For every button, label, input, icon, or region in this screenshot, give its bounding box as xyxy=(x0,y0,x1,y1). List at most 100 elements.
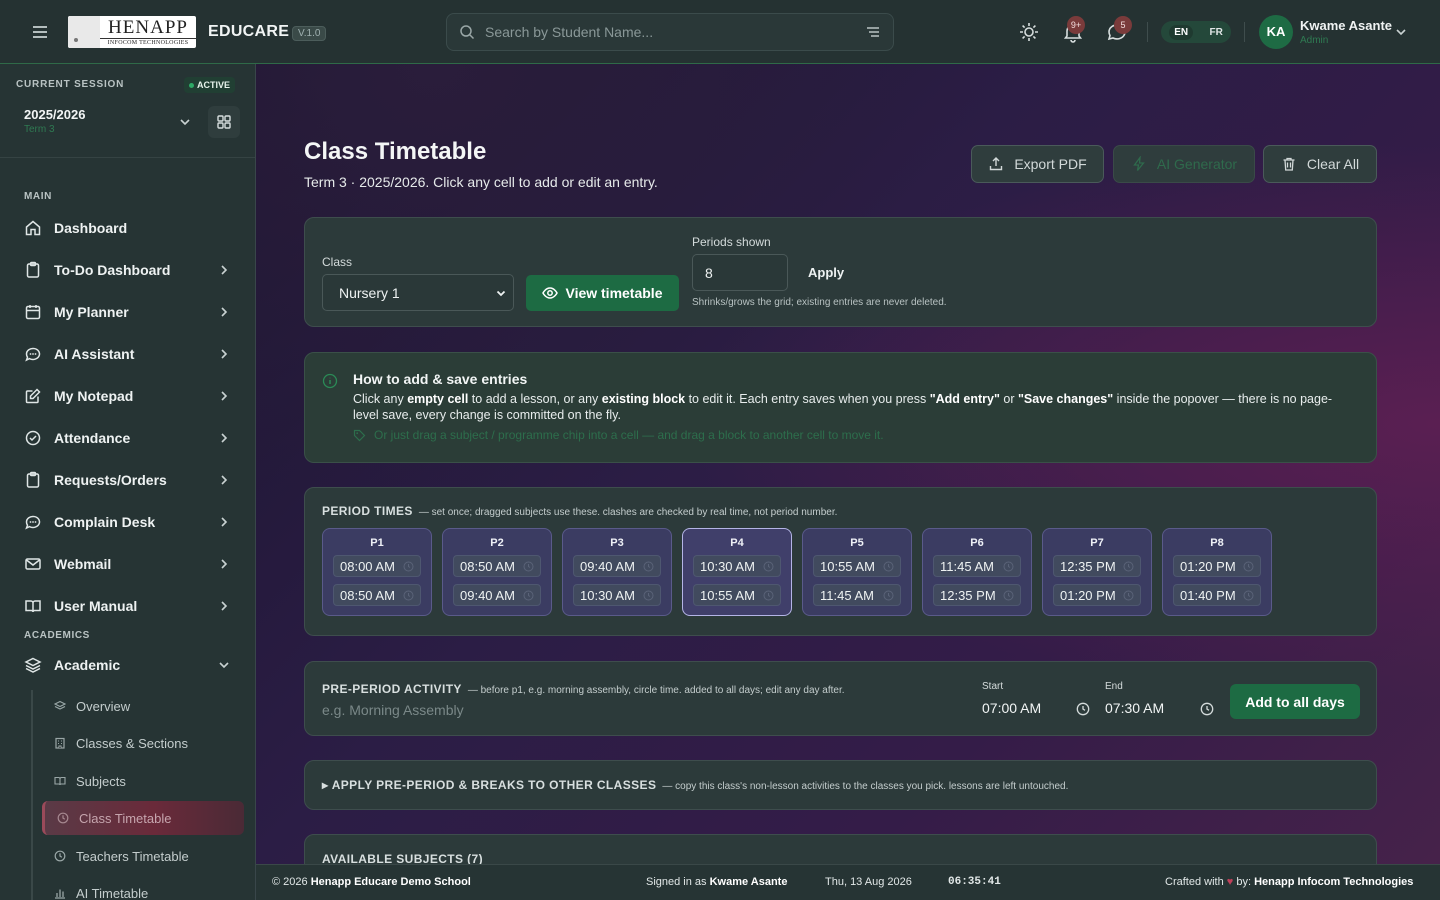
session-year[interactable]: 2025/2026 xyxy=(24,107,85,122)
chevron-down-icon[interactable] xyxy=(1394,25,1408,39)
sidebar-item-my-notepad[interactable]: My Notepad xyxy=(16,379,240,413)
clock-icon[interactable] xyxy=(883,561,894,572)
avatar[interactable]: KA xyxy=(1259,15,1293,49)
period-start-input[interactable]: 10:55 AM xyxy=(813,555,901,577)
chevron-down-icon[interactable] xyxy=(178,115,192,129)
user-name[interactable]: Kwame Asante xyxy=(1300,18,1392,33)
class-select[interactable]: Nursery 1 xyxy=(322,274,514,311)
sidebar-item-webmail[interactable]: Webmail xyxy=(16,547,240,581)
chat-icon xyxy=(24,513,42,531)
sidebar-item-complain-desk[interactable]: Complain Desk xyxy=(16,505,240,539)
view-timetable-button[interactable]: View timetable xyxy=(526,275,679,311)
chevron-right-icon xyxy=(218,306,230,318)
available-subjects-card: AVAILABLE SUBJECTS (7) xyxy=(304,834,1377,864)
ai-generator-button[interactable]: AI Generator xyxy=(1113,145,1255,183)
sidebar-item-academic[interactable]: Academic xyxy=(16,648,240,682)
henapp-logo[interactable]: HENAPP INFOCOM TECHNOLOGIES xyxy=(68,16,196,48)
period-card-p6[interactable]: P6 11:45 AM 12:35 PM xyxy=(922,528,1032,616)
sidebar-subitem-class-timetable[interactable]: Class Timetable xyxy=(42,801,244,835)
lang-fr[interactable]: FR xyxy=(1209,27,1222,38)
pre-period-activity-input[interactable]: e.g. Morning Assembly xyxy=(322,702,464,718)
clock-icon[interactable] xyxy=(643,590,654,601)
sidebar-subitem-label: AI Timetable xyxy=(76,885,149,900)
period-start-input[interactable]: 12:35 PM xyxy=(1053,555,1141,577)
info-icon xyxy=(322,373,338,389)
period-end-input[interactable]: 11:45 AM xyxy=(813,584,901,606)
clock-icon[interactable] xyxy=(403,590,414,601)
clock-icon[interactable] xyxy=(763,561,774,572)
clock-icon[interactable] xyxy=(1003,590,1014,601)
sidebar-subitem-overview[interactable]: Overview xyxy=(42,689,244,723)
clock-icon[interactable] xyxy=(403,561,414,572)
clock-icon[interactable] xyxy=(763,590,774,601)
add-to-all-days-button[interactable]: Add to all days xyxy=(1230,684,1360,719)
sidebar-subitem-ai-timetable[interactable]: AI Timetable xyxy=(42,876,244,900)
clock-icon[interactable] xyxy=(523,590,534,601)
period-start-input[interactable]: 08:50 AM xyxy=(453,555,541,577)
period-end-input[interactable]: 01:20 PM xyxy=(1053,584,1141,606)
clock-icon[interactable] xyxy=(523,561,534,572)
end-time-input[interactable]: 07:30 AM xyxy=(1105,700,1164,716)
period-start-input[interactable]: 01:20 PM xyxy=(1173,555,1261,577)
clock-icon[interactable] xyxy=(1123,590,1134,601)
sidebar: CURRENT SESSION ACTIVE 2025/2026 Term 3 … xyxy=(0,64,256,900)
clear-all-label: Clear All xyxy=(1306,156,1360,172)
period-end-input[interactable]: 12:35 PM xyxy=(933,584,1021,606)
clock-icon[interactable] xyxy=(1243,561,1254,572)
language-switcher[interactable]: EN FR xyxy=(1161,21,1231,43)
clock-icon[interactable] xyxy=(1243,590,1254,601)
sidebar-item-ai-assistant[interactable]: AI Assistant xyxy=(16,337,240,371)
clock-icon[interactable] xyxy=(1200,702,1214,716)
clear-all-button[interactable]: Clear All xyxy=(1263,145,1377,183)
period-card-p5[interactable]: P5 10:55 AM 11:45 AM xyxy=(802,528,912,616)
sidebar-item-requests-orders[interactable]: Requests/Orders xyxy=(16,463,240,497)
period-card-p8[interactable]: P8 01:20 PM 01:40 PM xyxy=(1162,528,1272,616)
period-card-p3[interactable]: P3 09:40 AM 10:30 AM xyxy=(562,528,672,616)
period-card-p2[interactable]: P2 08:50 AM 09:40 AM xyxy=(442,528,552,616)
clock-icon[interactable] xyxy=(1123,561,1134,572)
sidebar-item-dashboard[interactable]: Dashboard xyxy=(16,211,240,245)
apply-to-other-classes-toggle[interactable]: ▸ APPLY PRE-PERIOD & BREAKS TO OTHER CLA… xyxy=(322,778,1068,792)
apply-to-other-classes-card[interactable]: ▸ APPLY PRE-PERIOD & BREAKS TO OTHER CLA… xyxy=(304,760,1377,810)
export-pdf-button[interactable]: Export PDF xyxy=(971,145,1104,183)
sidebar-item-user-manual[interactable]: User Manual xyxy=(16,589,240,623)
grid-icon[interactable] xyxy=(208,106,240,138)
sun-icon[interactable] xyxy=(1018,21,1040,43)
period-label: P6 xyxy=(970,537,984,549)
period-end-input[interactable]: 10:55 AM xyxy=(693,584,781,606)
period-card-p7[interactable]: P7 12:35 PM 01:20 PM xyxy=(1042,528,1152,616)
sidebar-subitem-teachers-timetable[interactable]: Teachers Timetable xyxy=(42,839,244,873)
lang-en[interactable]: EN xyxy=(1169,24,1194,40)
period-end-input[interactable]: 08:50 AM xyxy=(333,584,421,606)
clock-icon[interactable] xyxy=(883,590,894,601)
sidebar-subitem-subjects[interactable]: Subjects xyxy=(42,764,244,798)
sidebar-item-my-planner[interactable]: My Planner xyxy=(16,295,240,329)
sidebar-item-attendance[interactable]: Attendance xyxy=(16,421,240,455)
period-start-input[interactable]: 11:45 AM xyxy=(933,555,1021,577)
apply-button[interactable]: Apply xyxy=(808,265,844,280)
clock-icon[interactable] xyxy=(1003,561,1014,572)
search-input[interactable]: Search by Student Name... xyxy=(485,24,865,40)
search-bar[interactable]: Search by Student Name... xyxy=(446,13,894,51)
period-start-input[interactable]: 10:30 AM xyxy=(693,555,781,577)
period-start-input[interactable]: 08:00 AM xyxy=(333,555,421,577)
periods-input[interactable]: 8 xyxy=(692,254,788,291)
menu-icon[interactable] xyxy=(30,22,50,42)
clock-icon[interactable] xyxy=(1076,702,1090,716)
period-end-input[interactable]: 10:30 AM xyxy=(573,584,661,606)
filter-icon[interactable] xyxy=(865,24,881,40)
edit-icon xyxy=(24,387,42,405)
period-card-p4[interactable]: P4 10:30 AM 10:55 AM xyxy=(682,528,792,616)
mail-icon xyxy=(24,555,42,573)
period-end-input[interactable]: 01:40 PM xyxy=(1173,584,1261,606)
start-time-input[interactable]: 07:00 AM xyxy=(982,700,1041,716)
clock-icon[interactable] xyxy=(643,561,654,572)
period-end-input[interactable]: 09:40 AM xyxy=(453,584,541,606)
sidebar-subitem-classes-sections[interactable]: Classes & Sections xyxy=(42,726,244,760)
period-card-p1[interactable]: P1 08:00 AM 08:50 AM xyxy=(322,528,432,616)
period-start-input[interactable]: 09:40 AM xyxy=(573,555,661,577)
notifications-badge: 9+ xyxy=(1067,16,1085,34)
sidebar-item-todo-dashboard[interactable]: To-Do Dashboard xyxy=(16,253,240,287)
section-label-academics: ACADEMICS xyxy=(24,630,90,641)
info-card: How to add & save entries Click any empt… xyxy=(304,352,1377,463)
